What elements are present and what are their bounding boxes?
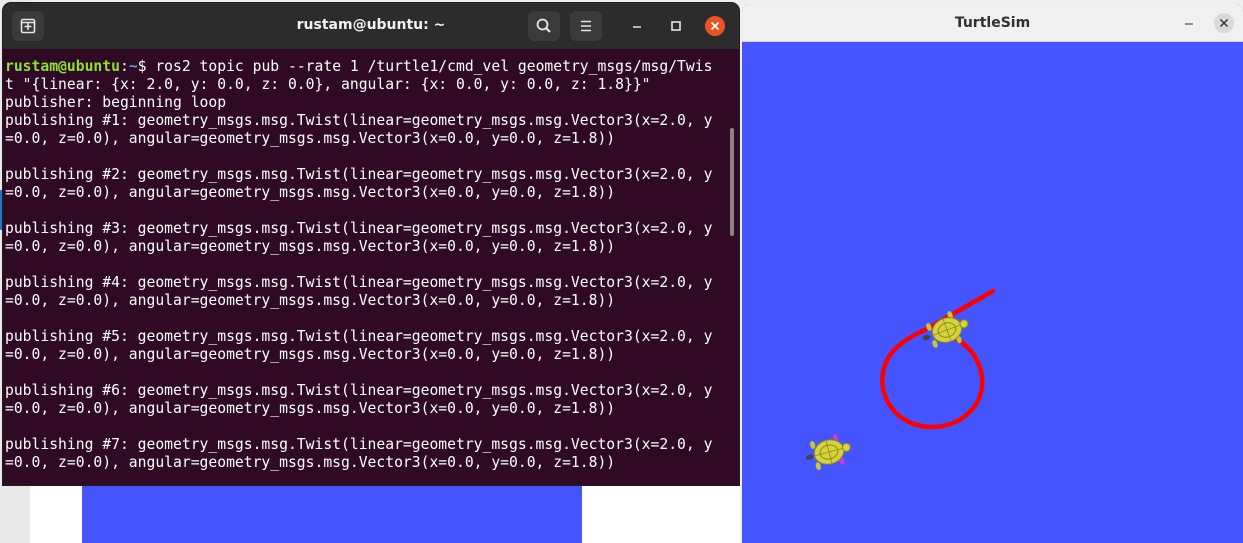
terminal-line-text: publishing #7: geometry_msgs.msg.Twist(l…: [5, 436, 713, 453]
terminal-line: =0.0, z=0.0), angular=geometry_msgs.msg.…: [5, 400, 730, 418]
terminal-line-text: ros2 topic pub --rate 1 /turtle1/cmd_vel…: [155, 58, 713, 75]
terminal-line: =0.0, z=0.0), angular=geometry_msgs.msg.…: [5, 184, 730, 202]
turtlesim-minimize-button[interactable]: [1180, 14, 1198, 32]
minimize-icon: [633, 26, 641, 28]
terminal-line: publishing #4: geometry_msgs.msg.Twist(l…: [5, 274, 730, 292]
terminal-line-text: =0.0, z=0.0), angular=geometry_msgs.msg.…: [5, 238, 616, 255]
terminal-line-text: =0.0, z=0.0), angular=geometry_msgs.msg.…: [5, 346, 616, 363]
terminal-line: publishing #3: geometry_msgs.msg.Twist(l…: [5, 220, 730, 238]
turtlesim-canvas: [742, 42, 1243, 543]
terminal-line-text: =0.0, z=0.0), angular=geometry_msgs.msg.…: [5, 400, 616, 417]
terminal-line-text: publishing #4: geometry_msgs.msg.Twist(l…: [5, 274, 713, 291]
close-icon: [1219, 18, 1229, 28]
prompt-user: rustam@ubuntu: [5, 58, 120, 75]
terminal-line: =0.0, z=0.0), angular=geometry_msgs.msg.…: [5, 130, 730, 148]
terminal-line-text: publishing #6: geometry_msgs.msg.Twist(l…: [5, 382, 713, 399]
minimize-icon: [1185, 23, 1193, 25]
menu-button[interactable]: [570, 11, 602, 41]
terminal-output[interactable]: rustam@ubuntu:~$ ros2 topic pub --rate 1…: [5, 58, 730, 483]
terminal-line-text: publishing #2: geometry_msgs.msg.Twist(l…: [5, 166, 713, 183]
terminal-line-text: t "{linear: {x: 2.0, y: 0.0, z: 0.0}, an…: [5, 76, 651, 93]
terminal-line-text: publishing #3: geometry_msgs.msg.Twist(l…: [5, 220, 713, 237]
terminal-line: =0.0, z=0.0), angular=geometry_msgs.msg.…: [5, 292, 730, 310]
terminal-line: publishing #1: geometry_msgs.msg.Twist(l…: [5, 112, 730, 130]
terminal-line: publishing #6: geometry_msgs.msg.Twist(l…: [5, 382, 730, 400]
hamburger-menu-icon: [581, 20, 591, 32]
turtlesim-window[interactable]: TurtleSim: [742, 4, 1243, 543]
terminal-line: =0.0, z=0.0), angular=geometry_msgs.msg.…: [5, 454, 730, 472]
terminal-line: rustam@ubuntu:~$ ros2 topic pub --rate 1…: [5, 58, 730, 76]
terminal-line-text: publisher: beginning loop: [5, 94, 227, 111]
terminal-line: publisher: beginning loop: [5, 94, 730, 112]
terminal-titlebar[interactable]: rustam@ubuntu: ~: [3, 3, 739, 49]
terminal-line-text: =0.0, z=0.0), angular=geometry_msgs.msg.…: [5, 454, 616, 471]
terminal-window[interactable]: rustam@ubuntu: ~ rustam@ubuntu:~$ ros2 t…: [3, 3, 739, 485]
close-button[interactable]: [705, 16, 725, 36]
prompt-separator: :: [119, 58, 129, 75]
terminal-line: publishing #7: geometry_msgs.msg.Twist(l…: [5, 436, 730, 454]
terminal-line: publishing #5: geometry_msgs.msg.Twist(l…: [5, 328, 730, 346]
search-icon: [536, 18, 551, 33]
close-icon: [710, 21, 720, 31]
terminal-line: =0.0, z=0.0), angular=geometry_msgs.msg.…: [5, 238, 730, 256]
terminal-line: =0.0, z=0.0), angular=geometry_msgs.msg.…: [5, 346, 730, 364]
maximize-button[interactable]: [667, 17, 685, 35]
turtlesim-titlebar[interactable]: TurtleSim: [742, 4, 1243, 42]
prompt-symbol: $: [137, 58, 156, 75]
terminal-scrollbar[interactable]: [730, 128, 734, 236]
terminal-line: publishing #2: geometry_msgs.msg.Twist(l…: [5, 166, 730, 184]
turtlesim-title: TurtleSim: [954, 15, 1031, 31]
terminal-line-text: =0.0, z=0.0), angular=geometry_msgs.msg.…: [5, 292, 616, 309]
terminal-line-text: publishing #5: geometry_msgs.msg.Twist(l…: [5, 328, 713, 345]
prompt-path: ~: [128, 58, 138, 75]
minimize-button[interactable]: [628, 17, 646, 35]
turtlesim-close-button[interactable]: [1214, 13, 1234, 33]
maximize-icon: [671, 21, 681, 31]
terminal-line-text: =0.0, z=0.0), angular=geometry_msgs.msg.…: [5, 184, 616, 201]
terminal-line-text: =0.0, z=0.0), angular=geometry_msgs.msg.…: [5, 130, 616, 147]
terminal-line: t "{linear: {x: 2.0, y: 0.0, z: 0.0}, an…: [5, 76, 730, 94]
search-button[interactable]: [528, 11, 560, 41]
terminal-line-text: publishing #1: geometry_msgs.msg.Twist(l…: [5, 112, 713, 129]
